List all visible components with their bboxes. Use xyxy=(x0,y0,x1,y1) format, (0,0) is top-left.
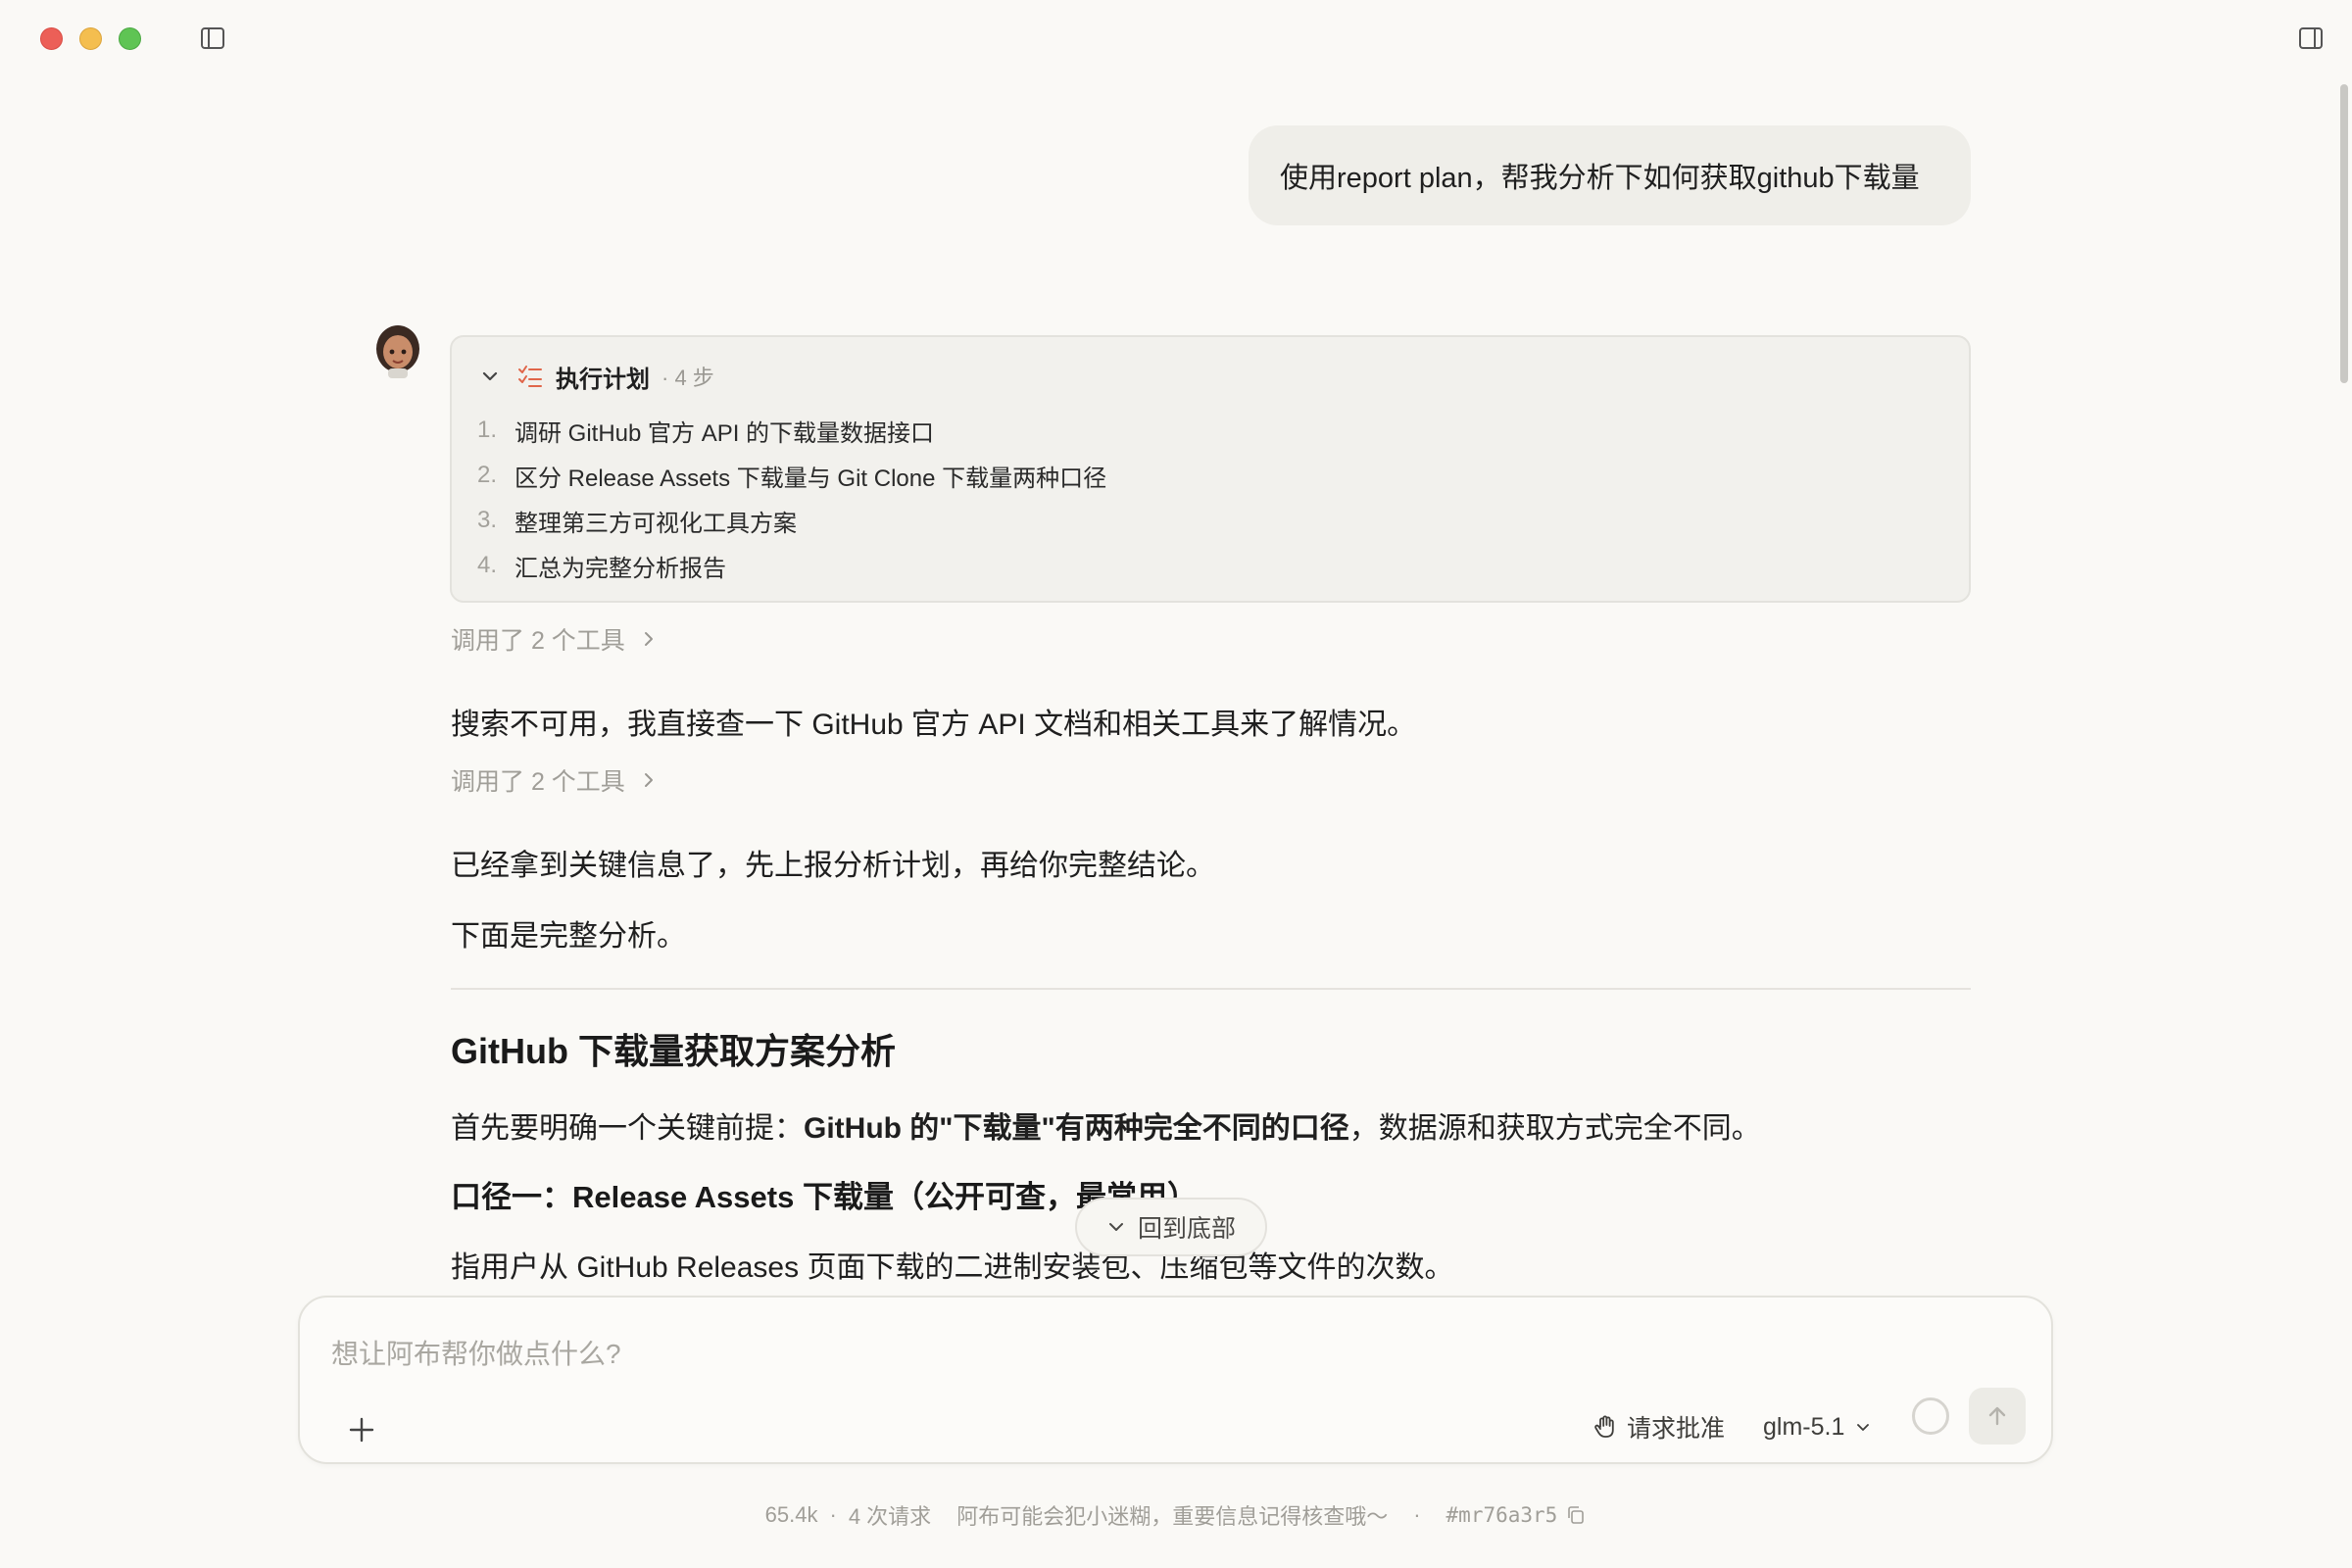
user-message-bubble: 使用report plan，帮我分析下如何获取github下载量 xyxy=(1249,125,1971,225)
chevron-right-icon xyxy=(644,632,653,646)
request-approval-button[interactable]: 请求批准 xyxy=(1592,1405,1725,1448)
window-maximize-button[interactable] xyxy=(119,27,141,50)
window-titlebar xyxy=(0,0,2352,78)
plan-header[interactable]: 执行计划 · 4 步 xyxy=(479,357,714,396)
status-footer: 65.4k · 4 次请求 阿布可能会犯小迷糊，重要信息记得核查哦～ · #mr… xyxy=(0,1497,2352,1533)
plan-step-text: 整理第三方可视化工具方案 xyxy=(514,510,797,537)
plan-step-number: 2. xyxy=(477,462,498,488)
session-id: #mr76a3r5 xyxy=(1446,1503,1558,1527)
chevron-down-icon xyxy=(1857,1424,1870,1431)
tool-call-label: 调用了 2 个工具 xyxy=(451,627,625,655)
user-message-text: 使用report plan，帮我分析下如何获取github下载量 xyxy=(1280,163,1920,194)
plan-step: 4. 汇总为完整分析报告 xyxy=(477,543,1106,588)
chevron-right-icon xyxy=(644,773,653,787)
loading-spinner-icon xyxy=(1912,1397,1949,1435)
model-selector[interactable]: glm-5.1 xyxy=(1763,1405,1872,1448)
assistant-avatar xyxy=(376,325,419,378)
add-attachment-icon[interactable] xyxy=(345,1413,378,1446)
plan-step: 2. 区分 Release Assets 下载量与 Git Clone 下载量两种… xyxy=(477,453,1106,498)
window-close-button[interactable] xyxy=(40,27,63,50)
plan-step-text: 汇总为完整分析报告 xyxy=(514,555,726,582)
hand-icon xyxy=(1594,1415,1614,1438)
tool-call-summary-2[interactable]: 调用了 2 个工具 xyxy=(451,762,659,798)
plan-step-count: · 4 步 xyxy=(662,366,714,390)
window-minimize-button[interactable] xyxy=(79,27,102,50)
report-heading: GitHub 下载量获取方案分析 xyxy=(451,1031,896,1071)
assistant-text-1: 搜索不可用，我直接查一下 GitHub 官方 API 文档和相关工具来了解情况。 xyxy=(451,709,1417,741)
chat-input-placeholder[interactable]: 想让阿布帮你做点什么? xyxy=(331,1333,621,1372)
request-count: 4 次请求 xyxy=(848,1504,932,1529)
token-count: 65.4k xyxy=(764,1502,818,1527)
chevron-down-icon xyxy=(1108,1223,1123,1231)
scrollbar-thumb[interactable] xyxy=(2340,84,2348,383)
plan-title: 执行计划 xyxy=(556,366,650,393)
right-panel-toggle-icon[interactable] xyxy=(2296,24,2326,53)
plan-step: 1. 调研 GitHub 官方 API 的下载量数据接口 xyxy=(477,408,1106,453)
model-name: glm-5.1 xyxy=(1763,1412,1845,1441)
execution-plan-card: 执行计划 · 4 步 1. 调研 GitHub 官方 API 的下载量数据接口 2… xyxy=(450,335,1971,603)
assistant-text-3: 下面是完整分析。 xyxy=(451,920,686,953)
assistant-text-4: 指用户从 GitHub Releases 页面下载的二进制安装包、压缩包等文件的… xyxy=(451,1251,1454,1284)
plan-step-number: 1. xyxy=(477,416,498,443)
jump-to-bottom-label: 回到底部 xyxy=(1137,1215,1236,1243)
arrow-up-icon xyxy=(1988,1406,2006,1426)
sidebar-toggle-icon[interactable] xyxy=(198,24,227,53)
plan-step-list: 1. 调研 GitHub 官方 API 的下载量数据接口 2. 区分 Release… xyxy=(477,408,1106,588)
intro-prefix: 首先要明确一个关键前提： xyxy=(451,1112,804,1145)
intro-suffix: ，数据源和获取方式完全不同。 xyxy=(1348,1112,1761,1145)
jump-to-bottom-button[interactable]: 回到底部 xyxy=(1075,1198,1267,1256)
chat-input-box[interactable]: 想让阿布帮你做点什么? 请求批准 glm-5.1 xyxy=(298,1296,2053,1464)
plan-step-text: 调研 GitHub 官方 API 的下载量数据接口 xyxy=(514,419,935,447)
plan-step: 3. 整理第三方可视化工具方案 xyxy=(477,498,1106,543)
checklist-icon xyxy=(518,366,542,387)
assistant-text-2: 已经拿到关键信息了，先上报分析计划，再给你完整结论。 xyxy=(451,850,1215,882)
copy-icon[interactable] xyxy=(1565,1504,1587,1526)
plan-step-text: 区分 Release Assets 下载量与 Git Clone 下载量两种口径 xyxy=(514,465,1107,492)
chevron-down-icon[interactable] xyxy=(479,366,501,387)
plan-step-number: 3. xyxy=(477,507,498,533)
plan-step-number: 4. xyxy=(477,552,498,578)
divider xyxy=(451,988,1971,990)
tool-call-summary-1[interactable]: 调用了 2 个工具 xyxy=(451,621,659,657)
tool-call-label: 调用了 2 个工具 xyxy=(451,768,625,796)
send-button[interactable] xyxy=(1969,1388,2026,1445)
intro-bold: GitHub 的"下载量"有两种完全不同的口径 xyxy=(804,1112,1349,1145)
disclaimer-text: 阿布可能会犯小迷糊，重要信息记得核查哦～ xyxy=(956,1504,1389,1529)
report-intro: 首先要明确一个关键前提：GitHub 的"下载量"有两种完全不同的口径，数据源和… xyxy=(451,1103,1761,1147)
request-approval-label: 请求批准 xyxy=(1627,1415,1726,1443)
